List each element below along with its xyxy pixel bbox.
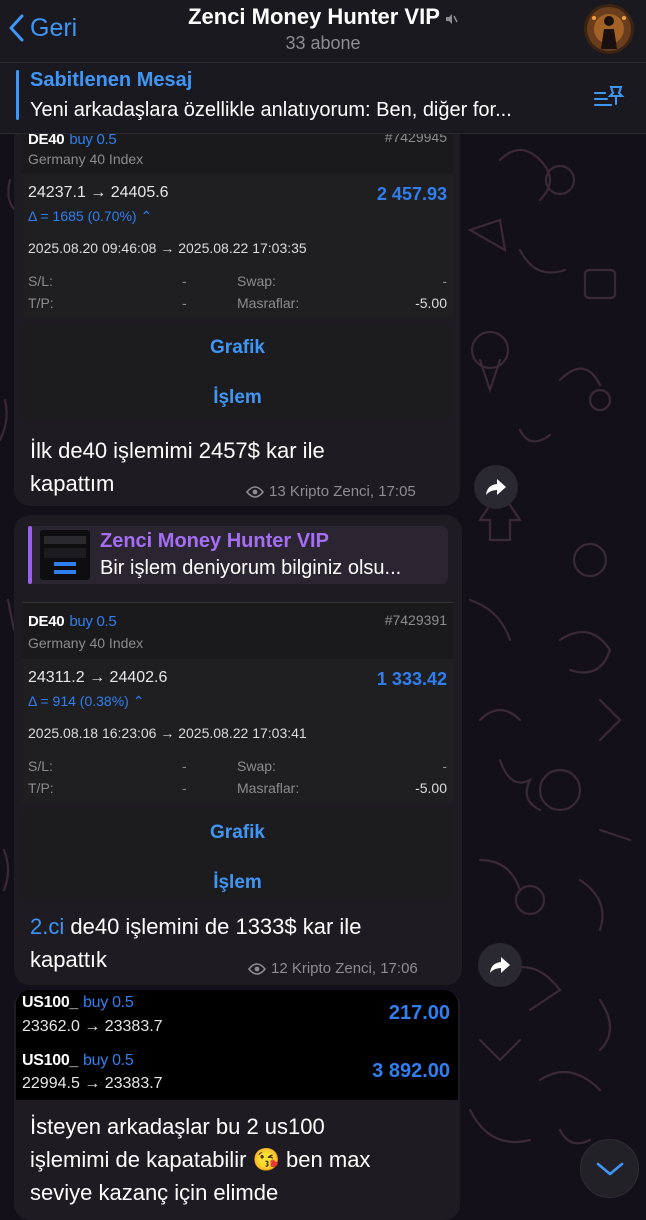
position-side: buy 0.5 [83, 994, 134, 1011]
message-text-line: 2.ci de40 işlemini de 1333$ kar ile [30, 914, 362, 939]
message-views-time: 13 Kripto Zenci, 17:05 [269, 483, 416, 500]
pin-list-icon[interactable] [593, 83, 625, 111]
tp-value: - [182, 295, 187, 311]
position-symbol-row: US100_ buy 0.5 [22, 994, 134, 1012]
forward-title: Zenci Money Hunter VIP [100, 530, 329, 552]
swap-value: - [442, 273, 447, 289]
chat-header: Geri Zenci Money Hunter VIP 33 abone [0, 0, 646, 63]
caret-up-icon: ⌃ [140, 208, 153, 224]
kiss-emoji: 😘 [252, 1147, 280, 1172]
pinned-title: Sabitlenen Mesaj [30, 69, 193, 91]
caret-up-icon: ⌃ [132, 693, 145, 709]
message-text: İsteyen arkadaşlar bu 2 us100 işlemimi d… [30, 1110, 370, 1209]
message-text-line: seviye kazanç için elimde [30, 1180, 279, 1205]
chart-button[interactable]: Grafik [22, 822, 453, 844]
message-meta: 12 Kripto Zenci, 17:06 [248, 960, 418, 977]
trade-symbol: DE40 [28, 613, 65, 630]
position-symbol: US100_ [22, 1052, 79, 1069]
trade-description: Germany 40 Index [28, 151, 144, 167]
message-link[interactable]: 2.ci [30, 914, 64, 939]
position-prices: 23362.0 → 23383.7 [22, 1018, 163, 1035]
forwarded-reply-preview[interactable]: Zenci Money Hunter VIP Bir işlem deniyor… [28, 526, 448, 584]
share-icon [490, 957, 510, 973]
sl-value: - [182, 758, 187, 774]
eye-icon [248, 962, 266, 975]
position-symbol: US100_ [22, 994, 79, 1011]
channel-title-area[interactable]: Zenci Money Hunter VIP [0, 4, 646, 30]
mute-icon [445, 14, 458, 24]
fees-value: -5.00 [415, 295, 447, 311]
message-views-time: 12 Kripto Zenci, 17:06 [271, 960, 418, 977]
share-button[interactable] [474, 465, 518, 509]
trade-card: DE40 buy 0.5 #7429391 Germany 40 Index 24… [22, 602, 453, 803]
forward-indicator [28, 526, 32, 584]
position-profit: 217.00 [388, 1002, 450, 1024]
scroll-to-bottom-button[interactable] [580, 1139, 639, 1198]
swap-value: - [442, 758, 447, 774]
forward-text: Bir işlem deniyorum bilginiz olsu... [100, 557, 402, 579]
trade-profit: 2 457.93 [376, 184, 447, 204]
trade-delta: Δ = 914 (0.38%) [28, 693, 129, 709]
eye-icon [246, 485, 264, 498]
message-text-line: işlemimi de kapatabilir 😘 ben max [30, 1147, 371, 1172]
share-icon [486, 479, 506, 495]
message-meta: 13 Kripto Zenci, 17:05 [246, 483, 416, 500]
trade-card: DE40 buy 0.5 #7429945 Germany 40 Index 24… [22, 129, 453, 318]
tp-value: - [182, 780, 187, 796]
trade-times: 2025.08.20 09:46:08 → 2025.08.22 17:03:3… [28, 240, 307, 256]
trade-times: 2025.08.18 16:23:06 → 2025.08.22 17:03:4… [28, 725, 307, 741]
fees-label: Masraflar: [237, 295, 300, 311]
chevron-down-icon [596, 1162, 623, 1175]
channel-title: Zenci Money Hunter VIP [188, 4, 440, 29]
swap-label: Swap: [237, 273, 276, 289]
sl-value: - [182, 273, 187, 289]
position-symbol-row: US100_ buy 0.5 [22, 1052, 134, 1070]
trade-delta: Δ = 1685 (0.70%) [28, 208, 137, 224]
trade-button[interactable]: İşlem [22, 387, 453, 409]
trade-buttons-panel: Grafik İşlem [22, 323, 453, 421]
trade-delta-row: Δ = 914 (0.38%) ⌃ [28, 693, 144, 710]
fees-value: -5.00 [415, 780, 447, 796]
pinned-message-bar[interactable]: Sabitlenen Mesaj Yeni arkadaşlara özelli… [0, 63, 646, 134]
message-text-line: İlk de40 işlemimi 2457$ kar ile [30, 438, 325, 463]
position-prices: 22994.5 → 23383.7 [22, 1075, 163, 1092]
share-button[interactable] [478, 943, 522, 987]
trade-symbol-row: DE40 buy 0.5 [28, 613, 117, 630]
trade-prices: 24311.2 → 24402.6 [28, 669, 168, 686]
subscriber-count: 33 abone [285, 33, 361, 53]
chart-button[interactable]: Grafik [22, 337, 453, 359]
swap-label: Swap: [237, 758, 276, 774]
trade-delta-row: Δ = 1685 (0.70%) ⌃ [28, 208, 152, 225]
trade-side: buy 0.5 [69, 613, 117, 630]
trade-button[interactable]: İşlem [22, 872, 453, 894]
tp-label: T/P: [28, 780, 54, 796]
position-side: buy 0.5 [83, 1052, 134, 1069]
message-text-line: İsteyen arkadaşlar bu 2 us100 [30, 1114, 325, 1139]
trade-description: Germany 40 Index [28, 635, 144, 651]
tp-label: T/P: [28, 295, 54, 311]
position-profit: 3 892.00 [372, 1060, 450, 1082]
fees-label: Masraflar: [237, 780, 300, 796]
channel-avatar[interactable] [584, 4, 634, 54]
trade-prices: 24237.1 → 24405.6 [28, 184, 169, 201]
trade-buttons-panel: Grafik İşlem [22, 808, 453, 898]
forward-thumbnail [40, 530, 90, 580]
trade-profit: 1 333.42 [376, 669, 447, 689]
trade-ticket: #7429391 [384, 612, 447, 628]
sl-label: S/L: [28, 273, 53, 289]
sl-label: S/L: [28, 758, 53, 774]
pinned-text: Yeni arkadaşlara özellikle anlatıyorum: … [30, 99, 512, 121]
positions-image[interactable]: US100_ buy 0.5 23362.0 → 23383.7 217.00 U… [16, 990, 458, 1100]
pinned-indicator [16, 70, 19, 120]
